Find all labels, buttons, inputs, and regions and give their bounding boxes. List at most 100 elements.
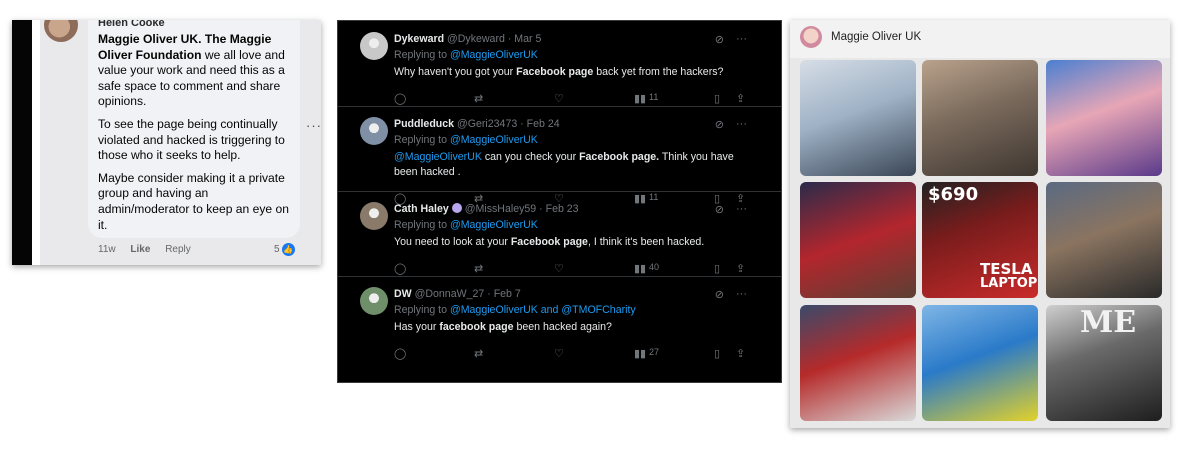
replying-to-link[interactable]: @MaggieOliverUK bbox=[450, 134, 538, 146]
profile-photo[interactable] bbox=[800, 60, 916, 176]
more-icon[interactable]: ··· bbox=[736, 288, 747, 301]
tweet-header: Cath Haley @MissHaley59 · Feb 23 bbox=[394, 203, 579, 215]
replying-to: Replying to @MaggieOliverUK and @TMOFCha… bbox=[394, 304, 636, 316]
tweet-text: Why haven't you got your Facebook page b… bbox=[394, 66, 724, 78]
more-icon[interactable]: ··· bbox=[736, 203, 747, 216]
user-name[interactable]: Cath Haley bbox=[394, 203, 449, 215]
tweet-header: Puddleduck @Geri23473 · Feb 24 bbox=[394, 118, 560, 130]
grok-icon[interactable]: ⊘ bbox=[715, 288, 724, 301]
separator: · bbox=[517, 118, 527, 130]
profile-photo[interactable]: $690 TESLA LAPTOP bbox=[922, 182, 1038, 298]
profile-photo[interactable] bbox=[800, 182, 916, 298]
user-handle[interactable]: @Dykeward bbox=[447, 33, 505, 45]
repost-icon[interactable]: ⇄ bbox=[474, 262, 483, 275]
user-avatar[interactable] bbox=[360, 287, 388, 315]
reaction-count: 5 bbox=[274, 244, 280, 255]
user-name[interactable]: DW bbox=[394, 288, 412, 300]
views-icon[interactable]: ▮▮ bbox=[634, 347, 646, 360]
comment-paragraph: Maggie Oliver UK. The Maggie Oliver Foun… bbox=[98, 32, 285, 109]
comment-author[interactable]: Helen Cooke bbox=[98, 20, 165, 29]
share-icon[interactable]: ⇪ bbox=[736, 262, 745, 275]
separator: · bbox=[536, 203, 546, 215]
more-icon[interactable]: ··· bbox=[736, 33, 747, 46]
tweet-replies-panel: Dykeward @Dykeward · Mar 5 ⊘ ··· Replying t… bbox=[337, 20, 782, 383]
facebook-comment-panel: Helen Cooke Maggie Oliver UK. The Maggie… bbox=[12, 20, 321, 265]
bookmark-icon[interactable]: ▯ bbox=[714, 262, 720, 275]
user-name[interactable]: Puddleduck bbox=[394, 118, 454, 130]
profile-avatar[interactable] bbox=[800, 26, 822, 48]
comment-time[interactable]: 11w bbox=[98, 244, 116, 255]
more-options-icon[interactable]: ··· bbox=[306, 118, 321, 133]
tweet-date[interactable]: Feb 23 bbox=[546, 203, 579, 215]
view-count: 27 bbox=[649, 347, 660, 357]
profile-header: Maggie Oliver UK bbox=[790, 20, 1170, 58]
like-icon[interactable]: ♡ bbox=[554, 92, 564, 105]
tweet-action-bar: ◯ ⇄ ♡ ▮▮ 11 ▯ ⇪ bbox=[394, 92, 754, 106]
views-icon[interactable]: ▮▮ bbox=[634, 262, 646, 275]
more-icon[interactable]: ··· bbox=[736, 118, 747, 131]
tweet-header: DW @DonnaW_27 · Feb 7 bbox=[394, 288, 521, 300]
share-icon[interactable]: ⇪ bbox=[736, 347, 745, 360]
view-count: 40 bbox=[649, 262, 660, 272]
grok-icon[interactable]: ⊘ bbox=[715, 203, 724, 216]
bookmark-icon[interactable]: ▯ bbox=[714, 347, 720, 360]
profile-name[interactable]: Maggie Oliver UK bbox=[831, 31, 921, 43]
replying-to: Replying to @MaggieOliverUK bbox=[394, 49, 538, 61]
profile-photo[interactable]: ME bbox=[1046, 305, 1162, 421]
photo-overlay-text: ME bbox=[1080, 305, 1137, 340]
bookmark-icon[interactable]: ▯ bbox=[714, 92, 720, 105]
tweet-date[interactable]: Mar 5 bbox=[514, 33, 541, 45]
profile-photo[interactable] bbox=[1046, 60, 1162, 176]
user-handle[interactable]: @Geri23473 bbox=[457, 118, 517, 130]
tweet-actions-top: ⊘ ··· bbox=[715, 203, 747, 216]
tweet[interactable]: DW @DonnaW_27 · Feb 7 ⊘ ··· Replying to @Ma… bbox=[338, 276, 781, 361]
profile-photo[interactable] bbox=[1046, 182, 1162, 298]
separator: · bbox=[504, 33, 515, 45]
tweet-text: @MaggieOliverUK can you check your Faceb… bbox=[394, 151, 734, 178]
tweet[interactable]: Cath Haley @MissHaley59 · Feb 23 ⊘ ··· Reply… bbox=[338, 191, 781, 277]
reply-icon[interactable]: ◯ bbox=[394, 262, 406, 275]
grok-icon[interactable]: ⊘ bbox=[715, 118, 724, 131]
reply-icon[interactable]: ◯ bbox=[394, 92, 406, 105]
repost-icon[interactable]: ⇄ bbox=[474, 347, 483, 360]
tweet-date[interactable]: Feb 7 bbox=[494, 288, 521, 300]
reaction-summary[interactable]: 5 👍 bbox=[274, 243, 295, 256]
user-name[interactable]: Dykeward bbox=[394, 33, 444, 45]
replying-to-link[interactable]: @MaggieOliverUK bbox=[450, 49, 538, 61]
tweet-text: You need to look at your Facebook page, … bbox=[394, 236, 705, 248]
thumbs-up-icon: 👍 bbox=[281, 243, 295, 256]
grok-icon[interactable]: ⊘ bbox=[715, 33, 724, 46]
replying-to-link[interactable]: @MaggieOliverUK bbox=[450, 219, 538, 231]
user-handle[interactable]: @DonnaW_27 bbox=[415, 288, 485, 300]
user-avatar[interactable] bbox=[360, 117, 388, 145]
user-avatar[interactable] bbox=[360, 202, 388, 230]
user-handle[interactable]: @MissHaley59 bbox=[465, 203, 536, 215]
tagged-pages[interactable]: Maggie Oliver UK. The Maggie Oliver Foun… bbox=[98, 32, 271, 62]
profile-grid-panel: Maggie Oliver UK $690 TESLA LAPTOP ME bbox=[790, 20, 1170, 428]
reply-link[interactable]: Reply bbox=[165, 244, 191, 255]
replying-prefix: Replying to bbox=[394, 304, 450, 316]
like-icon[interactable]: ♡ bbox=[554, 347, 564, 360]
like-icon[interactable]: ♡ bbox=[554, 262, 564, 275]
profile-photo[interactable] bbox=[800, 305, 916, 421]
tweet-date[interactable]: Feb 24 bbox=[527, 118, 560, 130]
share-icon[interactable]: ⇪ bbox=[736, 92, 745, 105]
replying-to: Replying to @MaggieOliverUK bbox=[394, 134, 538, 146]
like-link[interactable]: Like bbox=[130, 244, 150, 255]
replying-to-link[interactable]: @MaggieOliverUK and @TMOFCharity bbox=[450, 304, 636, 316]
replying-prefix: Replying to bbox=[394, 219, 450, 231]
photo-overlay-text: $690 bbox=[928, 184, 979, 205]
tweet[interactable]: Puddleduck @Geri23473 · Feb 24 ⊘ ··· Replyi… bbox=[338, 106, 781, 205]
comment-paragraph: To see the page being continually violat… bbox=[98, 116, 285, 163]
commenter-avatar[interactable] bbox=[44, 20, 78, 42]
repost-icon[interactable]: ⇄ bbox=[474, 92, 483, 105]
tweet-actions-top: ⊘ ··· bbox=[715, 288, 747, 301]
dark-edge bbox=[12, 20, 32, 265]
profile-photo[interactable] bbox=[922, 60, 1038, 176]
tweet[interactable]: Dykeward @Dykeward · Mar 5 ⊘ ··· Replying t… bbox=[338, 21, 781, 107]
profile-photo[interactable] bbox=[922, 305, 1038, 421]
user-avatar[interactable] bbox=[360, 32, 388, 60]
reply-icon[interactable]: ◯ bbox=[394, 347, 406, 360]
divider bbox=[32, 20, 40, 265]
views-icon[interactable]: ▮▮ bbox=[634, 92, 646, 105]
